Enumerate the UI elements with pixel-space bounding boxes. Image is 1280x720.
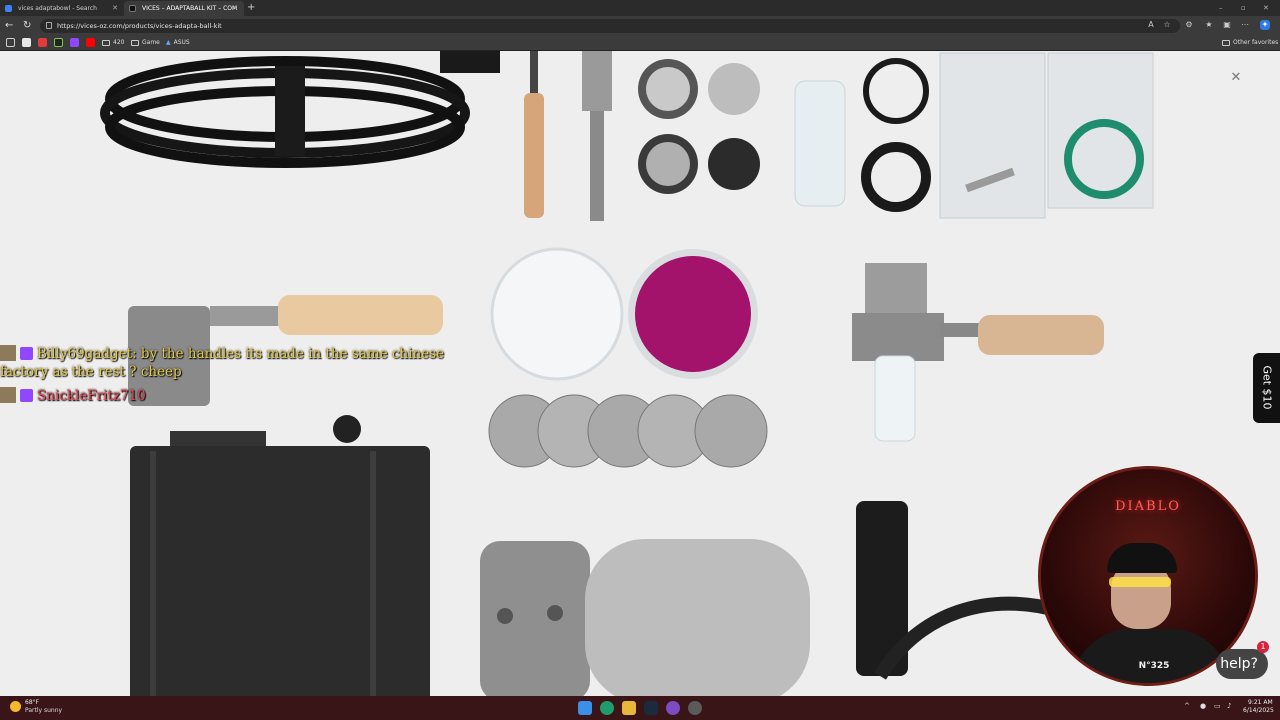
tab-close-icon[interactable]: ✕ [112,1,118,16]
bookmark-420[interactable]: 420 [102,38,124,48]
tab-label: VICES – ADAPTABALL KIT – COM [142,5,238,12]
folder-icon [102,39,110,46]
chat-message: SnickleFritz710 [0,387,146,405]
clock-date[interactable]: 6/14/2025 [1243,707,1274,714]
start-icon[interactable] [578,701,592,715]
volume-icon[interactable]: ♪ [1227,702,1231,710]
lock-icon [46,22,52,29]
tab-vices-product[interactable]: VICES – ADAPTABALL KIT – COM ✕ [124,1,244,16]
notification-badge: 1 [1257,641,1269,653]
twitch-icon [20,347,33,360]
address-bar[interactable]: https://vices-oz.com/products/vices-adap… [40,19,1180,33]
power-cable-image [100,51,500,168]
adapter-handle-image [852,263,1104,442]
screen-discs-image [488,394,768,468]
new-tab-icon[interactable]: + [247,1,255,14]
power-supply-box-image [130,415,430,696]
chat-text: by the handles its made in the same chin… [140,346,445,362]
jersey-text: N°325 [1138,661,1170,671]
bookmark-site-icon[interactable] [54,38,63,47]
asus-icon: ▲ [166,39,171,46]
obs-icon[interactable] [688,701,702,715]
bookmark-asus[interactable]: ▲ ASUS [166,38,190,48]
taskbar: 68°F Partly sunny ^ ● ▭ ♪ 9:21 AM 6/14/2… [0,696,1280,720]
folder-icon [131,39,139,46]
extensions-icon[interactable]: ⚙ [1184,20,1194,30]
tab-search[interactable]: vices adaptabowl - Search ✕ [0,1,124,16]
minimize-icon[interactable]: – [1219,0,1223,16]
copilot-icon[interactable]: ✦ [1260,20,1270,30]
product-gallery: ✕ Get $10 Billy69gadget: by the handles … [0,51,1280,696]
steam-icon[interactable] [644,701,658,715]
youtube-icon[interactable] [86,38,95,47]
browser-toolbar: ← ↻ https://vices-oz.com/products/vices-… [0,16,1280,36]
chat-message: Billy69gadget: by the handles its made i… [0,345,444,363]
heater-unit-image [480,539,810,696]
more-menu-icon[interactable]: ⋯ [1240,20,1250,30]
refresh-icon[interactable]: ↻ [23,19,31,33]
tab-label: vices adaptabowl - Search [18,5,97,12]
back-icon[interactable]: ← [5,19,13,33]
neon-sign: DIABLO [1115,499,1181,514]
twitch-icon[interactable] [70,38,79,47]
weather-temp: 68°F [25,699,40,706]
avatar [0,387,16,403]
bookmark-site-icon[interactable] [22,38,31,47]
streamer-body [1071,629,1231,683]
help-button[interactable]: help? [1216,649,1268,679]
tab-strip: vices adaptabowl - Search ✕ VICES – ADAP… [0,0,1280,16]
streamer-glasses [1109,577,1171,587]
avatar [0,345,16,361]
close-icon[interactable]: ✕ [1228,70,1244,86]
folder-icon [1222,39,1230,46]
bookmark-folder-icon[interactable] [6,38,15,47]
bookmark-game[interactable]: Game [131,38,160,48]
chat-message-continued: factory as the rest ? cheep [0,363,182,381]
bookmarks-bar: 420 Game ▲ ASUS Other favorites [0,36,1280,51]
twitch-icon [20,389,33,402]
favorites-icon[interactable]: ★ [1204,20,1214,30]
chat-username: Billy69gadget [37,346,133,362]
search-favicon-icon [5,5,12,12]
wooden-pick-image [524,51,612,221]
app-icon[interactable] [666,701,680,715]
clock-time[interactable]: 9:21 AM [1248,699,1273,706]
favorite-star-icon[interactable]: ☆ [1162,20,1172,30]
file-explorer-icon[interactable] [622,701,636,715]
tray-chevron-icon[interactable]: ^ [1184,702,1190,710]
site-favicon-icon [129,5,136,12]
weather-condition: Partly sunny [25,707,63,714]
chat-username: SnickleFritz710 [37,388,146,404]
weather-sun-icon[interactable] [10,701,21,712]
chat-text: factory as the rest ? cheep [0,364,182,380]
network-icon[interactable]: ▭ [1214,702,1221,710]
collections-icon[interactable]: ▣ [1222,20,1232,30]
streamer-hat [1107,543,1177,573]
bookmark-site-icon[interactable] [38,38,47,47]
window-close-icon[interactable]: ✕ [1263,0,1269,16]
other-favorites[interactable]: Other favorites [1222,38,1278,48]
url-text: https://vices-oz.com/products/vices-adap… [57,22,222,30]
edge-icon[interactable] [600,701,614,715]
read-aloud-icon[interactable]: A [1146,20,1156,30]
tab-close-icon[interactable]: ✕ [232,1,238,16]
tray-app-icon[interactable]: ● [1200,702,1206,710]
maximize-icon[interactable]: ▫ [1241,0,1246,16]
promo-tab[interactable]: Get $10 [1253,353,1280,423]
promo-label: Get $10 [1260,365,1274,410]
